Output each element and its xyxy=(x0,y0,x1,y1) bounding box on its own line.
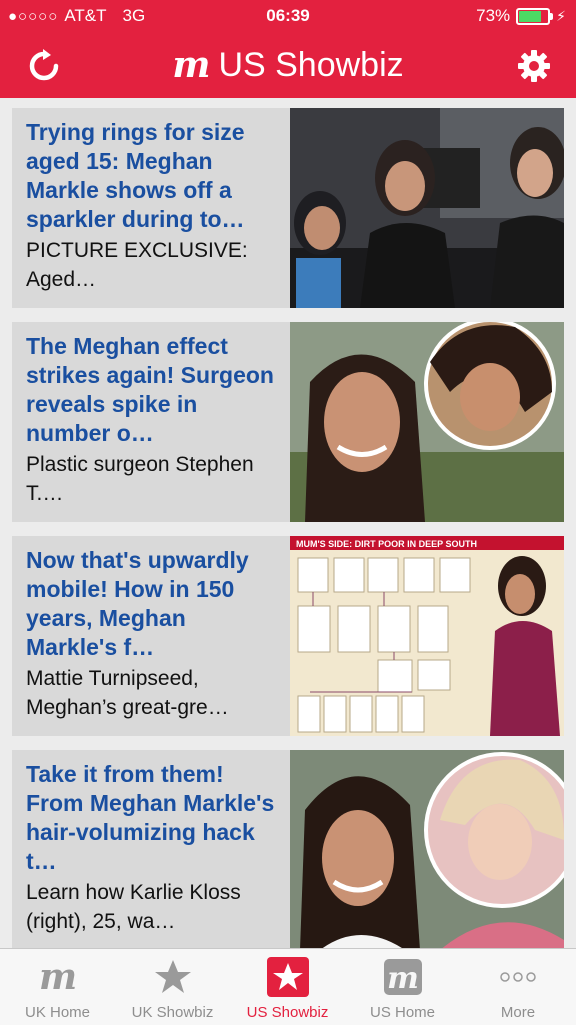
svg-text:m: m xyxy=(387,961,419,996)
page-title: m US Showbiz xyxy=(0,44,576,86)
article-thumbnail[interactable] xyxy=(290,322,564,522)
article-summary: Mattie Turnipseed, Meghan’s great-gre… xyxy=(26,667,229,719)
article-list[interactable]: Trying rings for size aged 15: Meghan Ma… xyxy=(0,98,576,948)
more-dots-icon xyxy=(500,972,536,982)
mail-logo-icon: m xyxy=(172,44,211,86)
family-tree-graphic: MUM'S SIDE: DIRT POOR IN DEEP SOUTH xyxy=(290,536,564,736)
app-header: ●○○○○ AT&T 3G 06:39 73% ⚡ m US Showbiz xyxy=(0,0,576,98)
charging-icon: ⚡ xyxy=(556,7,566,24)
photo-woman-portrait xyxy=(290,322,564,522)
article-thumbnail[interactable] xyxy=(290,108,564,308)
status-bar: ●○○○○ AT&T 3G 06:39 73% ⚡ xyxy=(0,0,576,34)
title-bar: m US Showbiz xyxy=(0,34,576,98)
article-headline[interactable]: The Meghan effect strikes again! Surgeon… xyxy=(26,332,278,448)
tab-uk-home[interactable]: m UK Home xyxy=(0,949,115,1025)
tab-us-home[interactable]: m US Home xyxy=(345,949,460,1025)
tab-uk-showbiz[interactable]: UK Showbiz xyxy=(115,949,230,1025)
article-card[interactable]: Now that's upwardly mobile! How in 150 y… xyxy=(12,536,564,736)
tab-label: UK Showbiz xyxy=(131,1004,214,1021)
graphic-caption: MUM'S SIDE: DIRT POOR IN DEEP SOUTH xyxy=(296,539,477,549)
tab-label: US Home xyxy=(369,1004,436,1021)
tab-label: UK Home xyxy=(24,1004,91,1021)
section-title: US Showbiz xyxy=(218,45,404,84)
article-headline[interactable]: Trying rings for size aged 15: Meghan Ma… xyxy=(26,118,278,234)
m-logo-icon: m xyxy=(383,959,422,996)
article-thumbnail[interactable] xyxy=(290,750,564,948)
m-logo-icon: m xyxy=(38,959,76,995)
article-summary: PICTURE EXCLUSIVE: Aged… xyxy=(26,239,248,291)
photo-three-girls xyxy=(290,108,564,308)
article-headline[interactable]: Now that's upwardly mobile! How in 150 y… xyxy=(26,546,278,662)
tab-label: More xyxy=(500,1004,536,1021)
gear-icon xyxy=(518,50,550,82)
settings-button[interactable] xyxy=(514,46,554,86)
article-summary: Learn how Karlie Kloss (right), 25, wa… xyxy=(26,881,241,933)
article-card[interactable]: The Meghan effect strikes again! Surgeon… xyxy=(12,322,564,522)
article-card[interactable]: Trying rings for size aged 15: Meghan Ma… xyxy=(12,108,564,308)
svg-text:m: m xyxy=(38,959,76,995)
article-thumbnail[interactable]: MUM'S SIDE: DIRT POOR IN DEEP SOUTH xyxy=(290,536,564,736)
tab-more[interactable]: More xyxy=(460,949,576,1025)
tab-label: US Showbiz xyxy=(246,1004,329,1021)
tab-us-showbiz[interactable]: US Showbiz xyxy=(230,949,345,1025)
tab-bar: m UK Home UK Showbiz US Showbiz m US Hom… xyxy=(0,948,576,1025)
battery-fill xyxy=(519,10,542,22)
star-icon xyxy=(154,960,191,993)
article-headline[interactable]: Take it from them! From Meghan Markle's … xyxy=(26,760,278,876)
battery-percent: 73% xyxy=(476,6,511,25)
article-card[interactable]: Take it from them! From Meghan Markle's … xyxy=(12,750,564,948)
photo-two-women xyxy=(290,750,564,948)
article-summary: Plastic surgeon Stephen T.… xyxy=(26,453,254,505)
battery-icon xyxy=(516,7,554,25)
star-icon xyxy=(266,957,309,997)
